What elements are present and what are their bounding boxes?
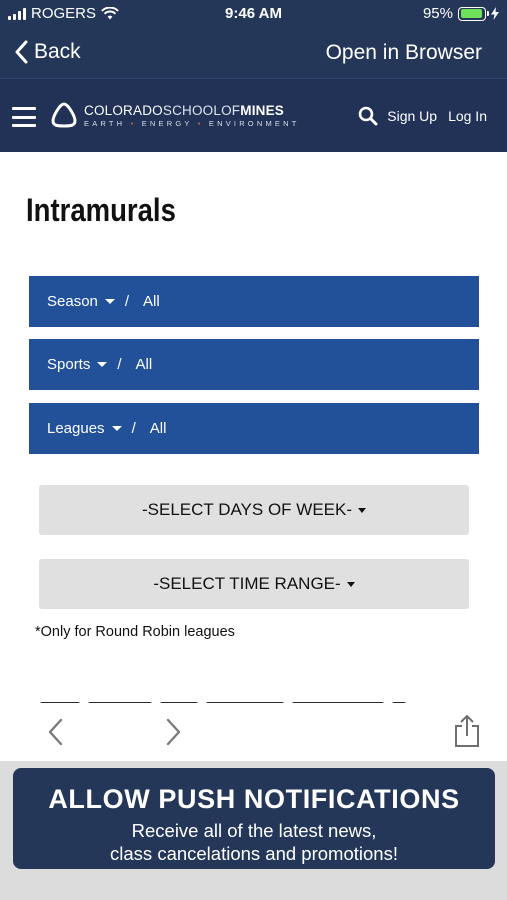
open-in-browser-button[interactable]: Open in Browser [326,41,482,65]
season-filter[interactable]: Season / All [29,276,479,327]
caret-down-icon [97,362,108,367]
logo-tagline: EARTH • ENERGY • ENVIRONMENT [84,118,300,128]
site-logo[interactable]: COLORADOSCHOOLOFMINES EARTH • ENERGY • E… [50,101,300,129]
browser-bar: Back Open in Browser [0,28,507,78]
filter-separator: / [131,420,136,437]
app-top-bar: ROGERS 9:46 AM 95% Back Open in Browser [0,0,507,78]
round-robin-note: *Only for Round Robin leagues [35,624,235,640]
dropdown-label: -SELECT DAYS OF WEEK- [141,500,353,519]
log-in-link[interactable]: Log In [448,108,487,124]
promo-line-1: Receive all of the latest news, [131,820,377,841]
dropdown-label: -SELECT TIME RANGE- [153,574,341,593]
caret-down-icon [358,507,367,513]
filter-label: Season [47,293,98,310]
promo-title: ALLOW PUSH NOTIFICATIONS [48,784,460,814]
mines-triangle-logo-icon [51,102,77,128]
share-icon[interactable] [453,714,481,748]
back-label: Back [34,40,81,63]
battery-icon [458,6,489,21]
logo-word-schoolof: SCHOOLOF [162,102,241,118]
sign-up-link[interactable]: Sign Up [387,108,437,124]
caret-down-icon [104,299,115,304]
caret-down-icon [346,581,355,587]
time-range-dropdown[interactable]: -SELECT TIME RANGE- [39,559,469,609]
battery-percent: 95% [422,5,453,22]
header-actions: Sign Up Log In [358,106,487,126]
promo-area: ALLOW PUSH NOTIFICATIONS Receive all of … [0,761,507,900]
forward-arrow-icon[interactable] [165,717,183,747]
filter-value: All [149,420,167,437]
filter-label: Sports [47,356,91,373]
promo-body: Receive all of the latest news, class ca… [13,819,495,865]
filter-value: All [135,356,153,373]
back-chevron-icon [15,40,28,64]
logo-word-mines: MINES [240,102,285,118]
cut-off-list-text [40,694,460,703]
site-header: COLORADOSCHOOLOFMINES EARTH • ENERGY • E… [0,78,507,152]
back-button[interactable]: Back [14,40,81,64]
back-arrow-icon[interactable] [46,717,64,747]
leagues-filter[interactable]: Leagues / All [29,403,479,454]
promo-line-2: class cancelations and promotions! [110,843,398,864]
battery-group: 95% [423,5,499,22]
status-bar: ROGERS 9:46 AM 95% [0,0,507,28]
page-title: Intramurals [26,192,176,228]
days-of-week-dropdown[interactable]: -SELECT DAYS OF WEEK- [39,485,469,535]
filter-label: Leagues [47,420,105,437]
logo-word-colorado: COLORADO [84,102,163,118]
filter-value: All [143,293,160,310]
menu-icon[interactable] [12,107,36,127]
push-notifications-banner[interactable]: ALLOW PUSH NOTIFICATIONS Receive all of … [13,768,495,869]
filter-separator: / [117,356,122,373]
page-content: Intramurals Season / All Sports / All Le… [0,152,507,762]
filter-separator: / [124,293,130,310]
caret-down-icon [111,426,122,431]
charging-bolt-icon [491,7,499,20]
search-icon[interactable] [358,106,378,126]
browser-toolbar [0,705,507,761]
sports-filter[interactable]: Sports / All [29,339,479,390]
